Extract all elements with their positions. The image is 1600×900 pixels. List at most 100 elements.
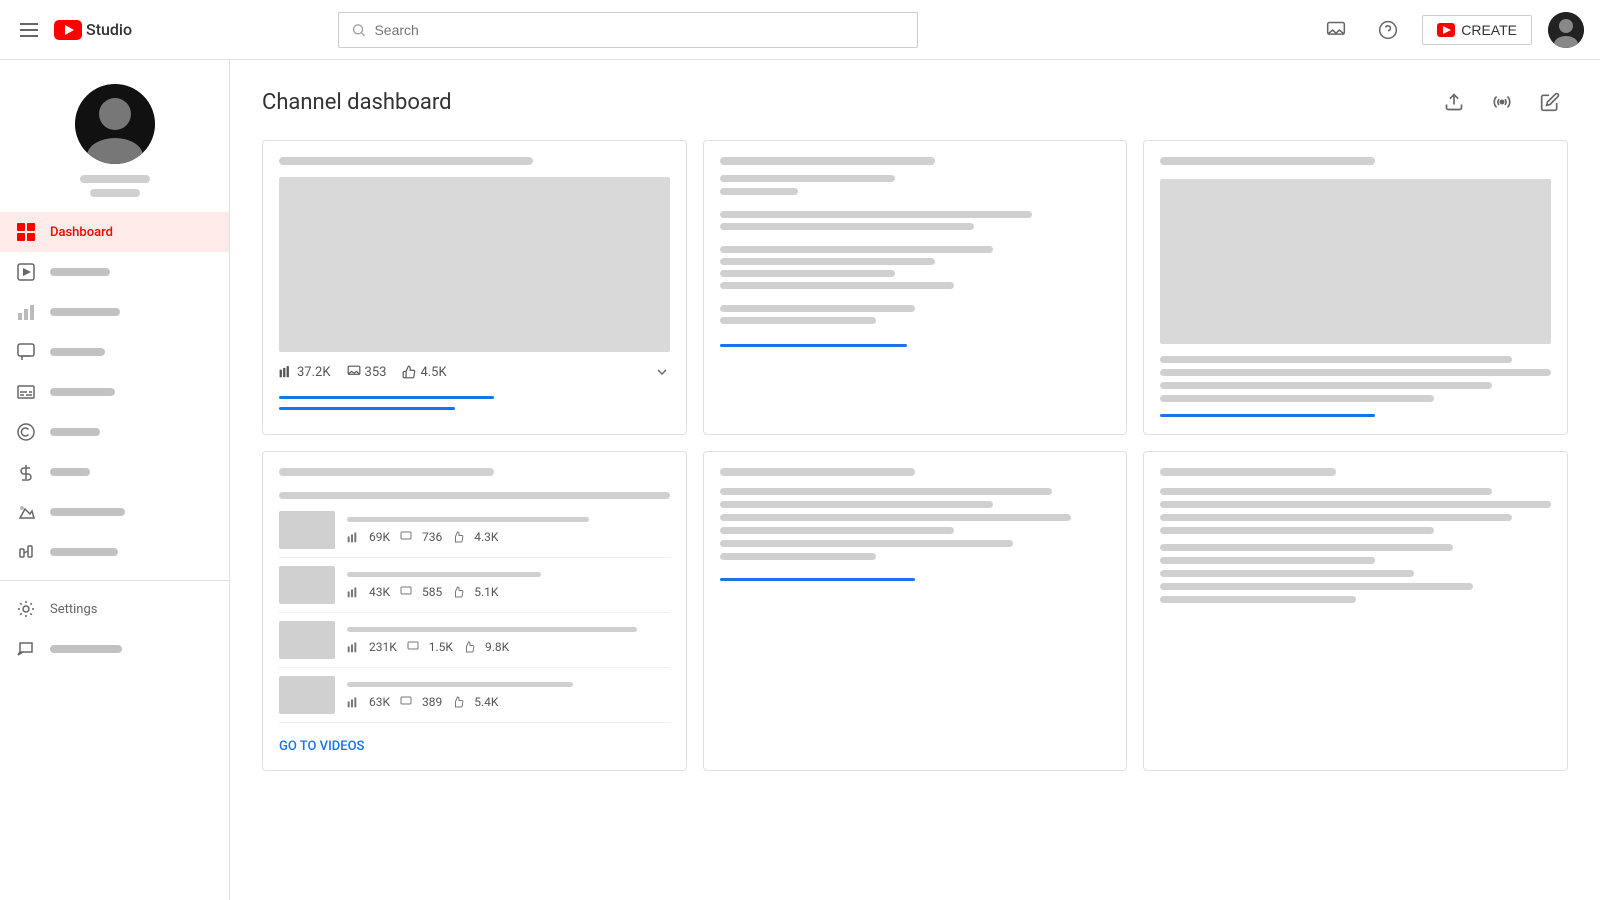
sidebar-item-audio[interactable]	[0, 532, 229, 572]
card1-graph	[279, 396, 670, 410]
nav-right: CREATE	[1318, 12, 1584, 48]
vli-thumb-1	[279, 511, 335, 549]
c6-l4	[1160, 527, 1433, 534]
vli-thumb-2	[279, 566, 335, 604]
card-middle-bottom	[703, 451, 1128, 771]
c5-l4	[720, 527, 954, 534]
video-list-item-1: 69K 736 4.3K	[279, 511, 670, 558]
analytics-icon	[16, 302, 36, 322]
news-subtitle-bar-1	[720, 175, 896, 182]
stat-icon-views-1	[347, 531, 359, 543]
vli-info-3: 231K 1.5K 9.8K	[347, 627, 670, 654]
vli-likes-3: 9.8K	[485, 640, 509, 654]
c6-l2	[1160, 501, 1551, 508]
vli-bar-1	[347, 517, 589, 522]
ns3-bar1	[720, 305, 915, 312]
expand-btn[interactable]	[654, 364, 670, 380]
comments-stat: 353	[347, 365, 387, 380]
ideas-blue-bar	[1160, 414, 1375, 417]
videos-col-bar	[279, 492, 670, 499]
go-live-btn[interactable]	[1484, 84, 1520, 120]
profile-avatar[interactable]	[75, 84, 155, 164]
edit-btn[interactable]	[1532, 84, 1568, 120]
vli-comments-3: 1.5K	[429, 640, 453, 654]
c6-l7	[1160, 570, 1414, 577]
search-icon	[351, 22, 366, 38]
sidebar-item-settings[interactable]: Settings	[0, 589, 229, 629]
vli-stats-2: 43K 585 5.1K	[347, 585, 670, 599]
idea-line-1	[1160, 356, 1512, 363]
video-list-item-4: 63K 389 5.4K	[279, 676, 670, 723]
vli-stats-4: 63K 389 5.4K	[347, 695, 670, 709]
c6-l3	[1160, 514, 1512, 521]
create-button[interactable]: CREATE	[1422, 15, 1532, 45]
feedback-label-bar	[50, 645, 122, 653]
yt-studio-logo[interactable]: Studio	[54, 20, 132, 40]
graph-bar-2	[279, 407, 455, 410]
earn-icon	[16, 462, 36, 482]
sidebar-item-subtitles[interactable]	[0, 372, 229, 412]
studio-text: Studio	[86, 20, 132, 39]
sidebar-item-comments[interactable]	[0, 332, 229, 372]
idea-line-4	[1160, 395, 1433, 402]
content-icon	[16, 262, 36, 282]
chevron-down-icon	[654, 364, 670, 380]
audio-label-bar	[50, 548, 118, 556]
sidebar-item-analytics[interactable]	[0, 292, 229, 332]
c5-l3	[720, 514, 1072, 521]
views-stat: 37.2K	[279, 365, 331, 380]
c5-l6	[720, 553, 876, 560]
views-icon	[279, 365, 293, 379]
go-to-videos-link[interactable]: GO TO VIDEOS	[279, 739, 364, 754]
vli-stats-1: 69K 736 4.3K	[347, 530, 670, 544]
vli-views-4: 63K	[369, 695, 390, 709]
chat-icon-btn[interactable]	[1318, 12, 1354, 48]
card-latest-video: 37.2K 353 4.5K	[262, 140, 687, 435]
sidebar-item-feedback[interactable]	[0, 629, 229, 669]
sidebar-item-earn[interactable]	[0, 452, 229, 492]
likes-icon-2	[452, 586, 464, 598]
c5-title-bar	[720, 468, 915, 476]
vli-comments-2: 585	[422, 585, 442, 599]
stat-icon-likes-1	[452, 531, 464, 543]
search-input[interactable]	[374, 22, 905, 38]
top-cards-grid: 37.2K 353 4.5K	[262, 140, 1568, 435]
search-bar[interactable]	[338, 12, 918, 48]
upload-btn[interactable]	[1436, 84, 1472, 120]
comments-icon-4	[400, 696, 412, 708]
live-icon	[1492, 92, 1512, 112]
feedback-icon	[16, 639, 36, 659]
comments-stat-icon	[347, 365, 361, 379]
news-section-2	[720, 246, 1111, 289]
likes-value: 4.5K	[420, 365, 446, 380]
comments-value: 353	[365, 365, 387, 380]
c6-title-bar	[1160, 468, 1336, 476]
vli-bar-3	[347, 627, 637, 632]
upload-icon	[1444, 92, 1464, 112]
sidebar-item-dashboard[interactable]: Dashboard	[0, 212, 229, 252]
hamburger-menu[interactable]	[16, 19, 42, 41]
news-section-3	[720, 305, 1111, 324]
vli-likes-4: 5.4K	[474, 695, 498, 709]
audio-icon	[16, 542, 36, 562]
vli-thumb-4	[279, 676, 335, 714]
sidebar-item-content[interactable]	[0, 252, 229, 292]
profile-sub-bar	[90, 189, 140, 197]
help-icon-btn[interactable]	[1370, 12, 1406, 48]
user-avatar[interactable]	[1548, 12, 1584, 48]
videos-header	[279, 468, 670, 499]
sidebar-item-copyright[interactable]	[0, 412, 229, 452]
dashboard-label: Dashboard	[50, 225, 113, 240]
video-list-item-3: 231K 1.5K 9.8K	[279, 621, 670, 668]
video-thumbnail	[279, 177, 670, 352]
main-content: Channel dashboard	[230, 60, 1600, 900]
c5-l5	[720, 540, 1013, 547]
customization-icon	[16, 502, 36, 522]
sidebar-item-customization[interactable]	[0, 492, 229, 532]
likes-icon-3	[463, 641, 475, 653]
top-nav: Studio CREATE	[0, 0, 1600, 60]
ns2-bar1	[720, 246, 993, 253]
subtitles-icon	[16, 382, 36, 402]
idea-thumbnail	[1160, 179, 1551, 344]
nav-left: Studio	[16, 19, 132, 41]
